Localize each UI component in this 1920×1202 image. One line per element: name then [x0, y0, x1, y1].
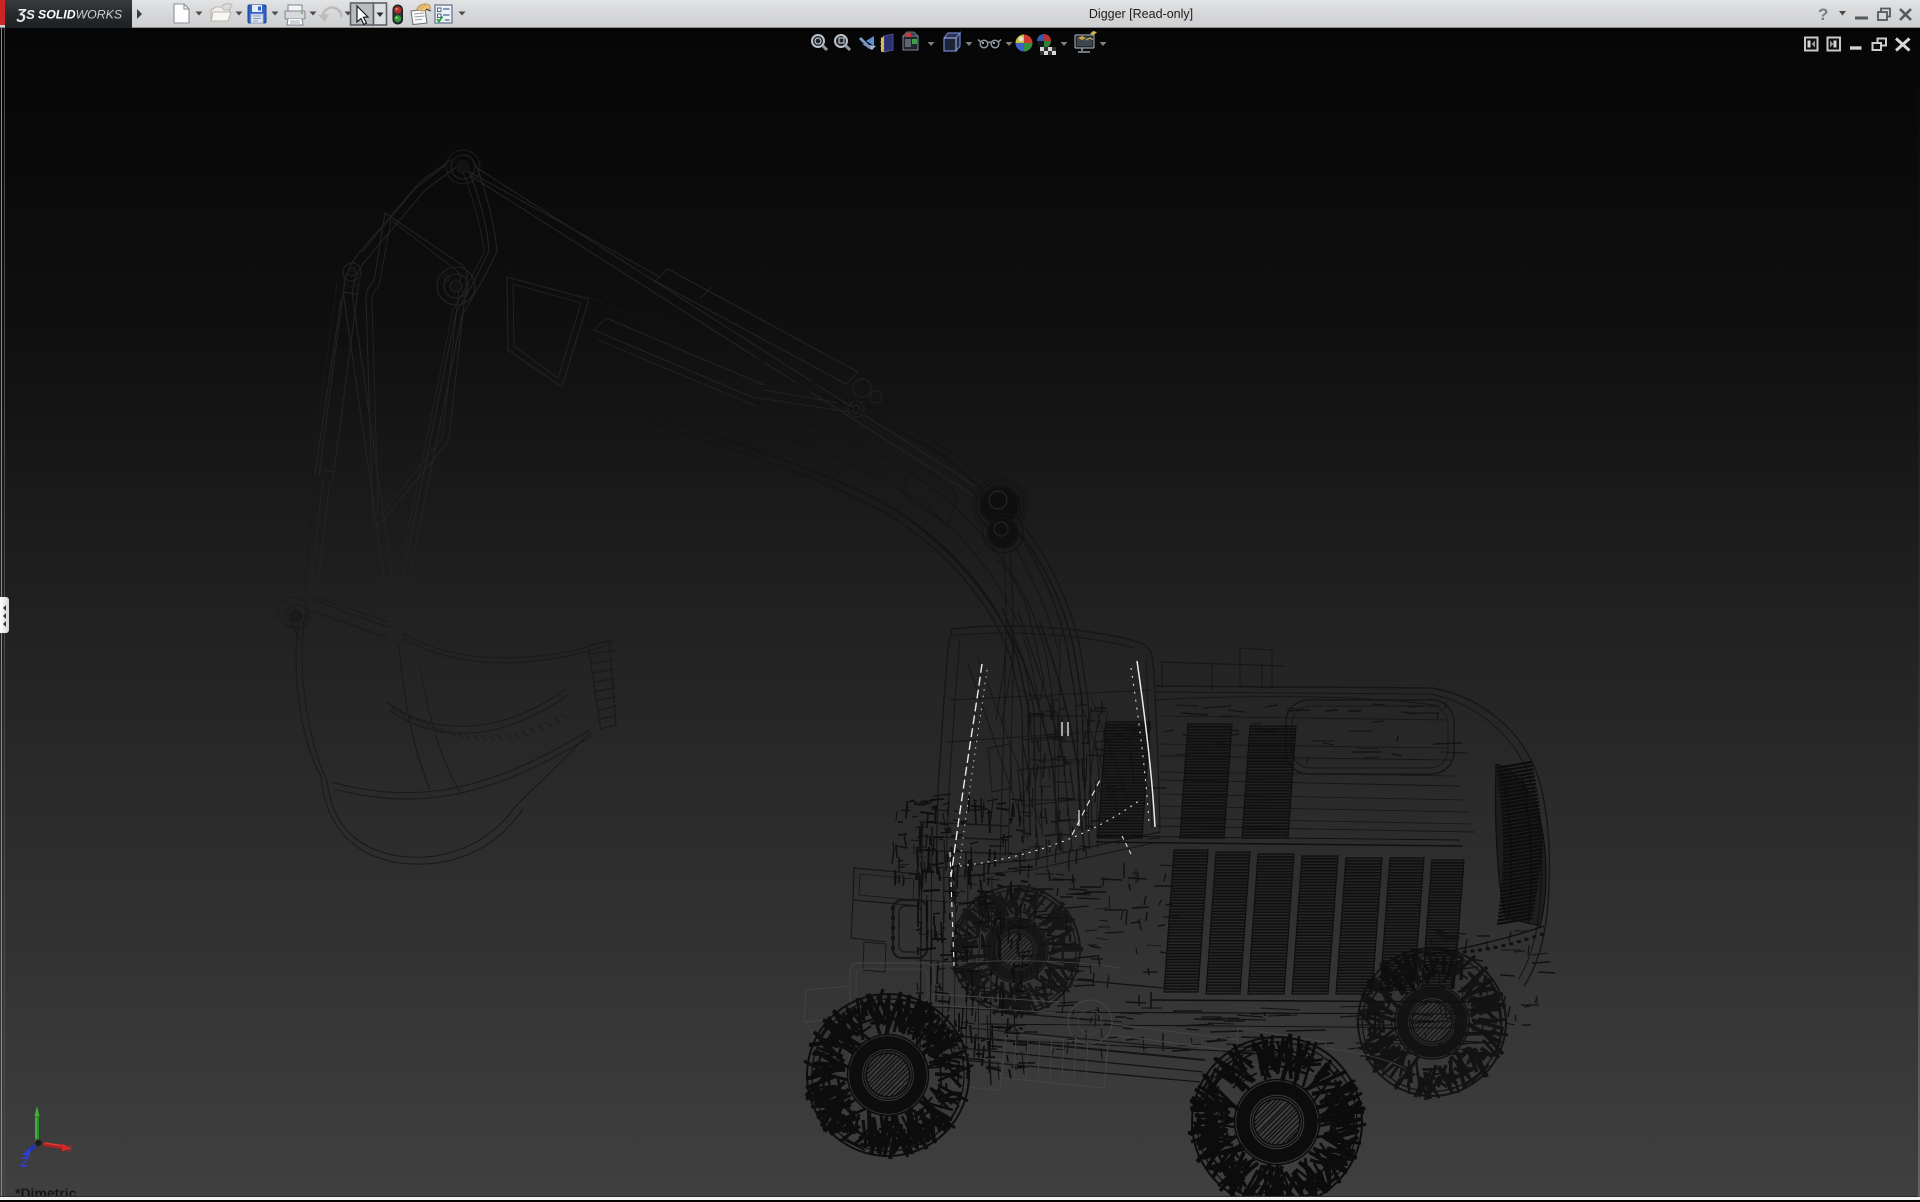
- svg-text:?: ?: [1818, 5, 1828, 24]
